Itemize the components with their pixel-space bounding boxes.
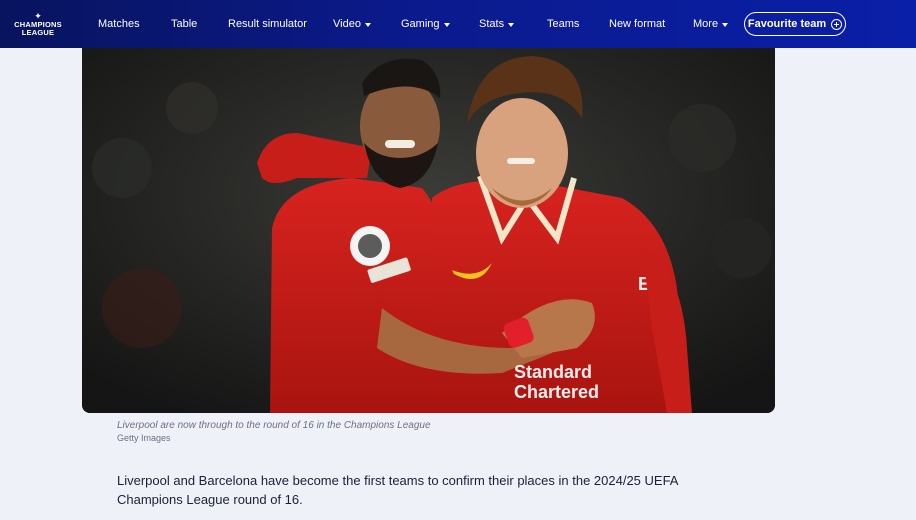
nav-label: Stats: [479, 18, 505, 30]
shirt-sponsor-text: Standard: [514, 362, 592, 382]
nav-label: Table: [171, 18, 198, 30]
nav-item-matches[interactable]: Matches: [98, 16, 140, 32]
shirt-sponsor-text-2: Chartered: [514, 382, 599, 402]
chevron-down-icon: [508, 22, 515, 27]
nav-label: Result simulator: [228, 18, 307, 30]
article-lede-paragraph: Liverpool and Barcelona have become the …: [117, 473, 678, 507]
plus-circle-icon: [831, 18, 843, 30]
chevron-down-icon: [364, 22, 371, 27]
image-caption: Liverpool are now through to the round o…: [117, 420, 431, 431]
nav-item-table[interactable]: Table: [171, 16, 197, 32]
nav-item-more[interactable]: More: [693, 16, 729, 32]
nav-label: Gaming: [401, 18, 440, 30]
nav-item-teams[interactable]: Teams: [547, 16, 579, 32]
nav-item-video[interactable]: Video: [333, 16, 371, 32]
chevron-down-icon: [722, 22, 729, 27]
nav-item-gaming[interactable]: Gaming: [401, 16, 450, 32]
nav-label: Video: [333, 18, 361, 30]
nav-label: Matches: [98, 18, 140, 30]
nav-label: More: [693, 18, 719, 30]
top-navigation-bar: ✦ CHAMPIONS LEAGUE Matches Table Result …: [0, 0, 916, 48]
nav-label: New format: [609, 18, 666, 30]
favourite-team-button[interactable]: Favourite team: [744, 12, 846, 36]
nav-item-stats[interactable]: Stats: [479, 16, 515, 32]
logo-line2: LEAGUE: [21, 27, 55, 37]
chevron-down-icon: [443, 22, 450, 27]
nav-item-result-simulator[interactable]: Result simulator: [228, 16, 307, 32]
nav-label: Teams: [547, 18, 580, 30]
favourite-team-label: Favourite team: [747, 18, 827, 30]
players-celebrating-illustration: Standard Chartered Exp: [82, 48, 775, 413]
article-hero-image: Standard Chartered Exp: [82, 48, 775, 413]
nav-item-new-format[interactable]: New format: [609, 16, 665, 32]
champions-league-logo[interactable]: ✦ CHAMPIONS LEAGUE: [10, 8, 66, 40]
image-credit: Getty Images: [117, 433, 171, 443]
